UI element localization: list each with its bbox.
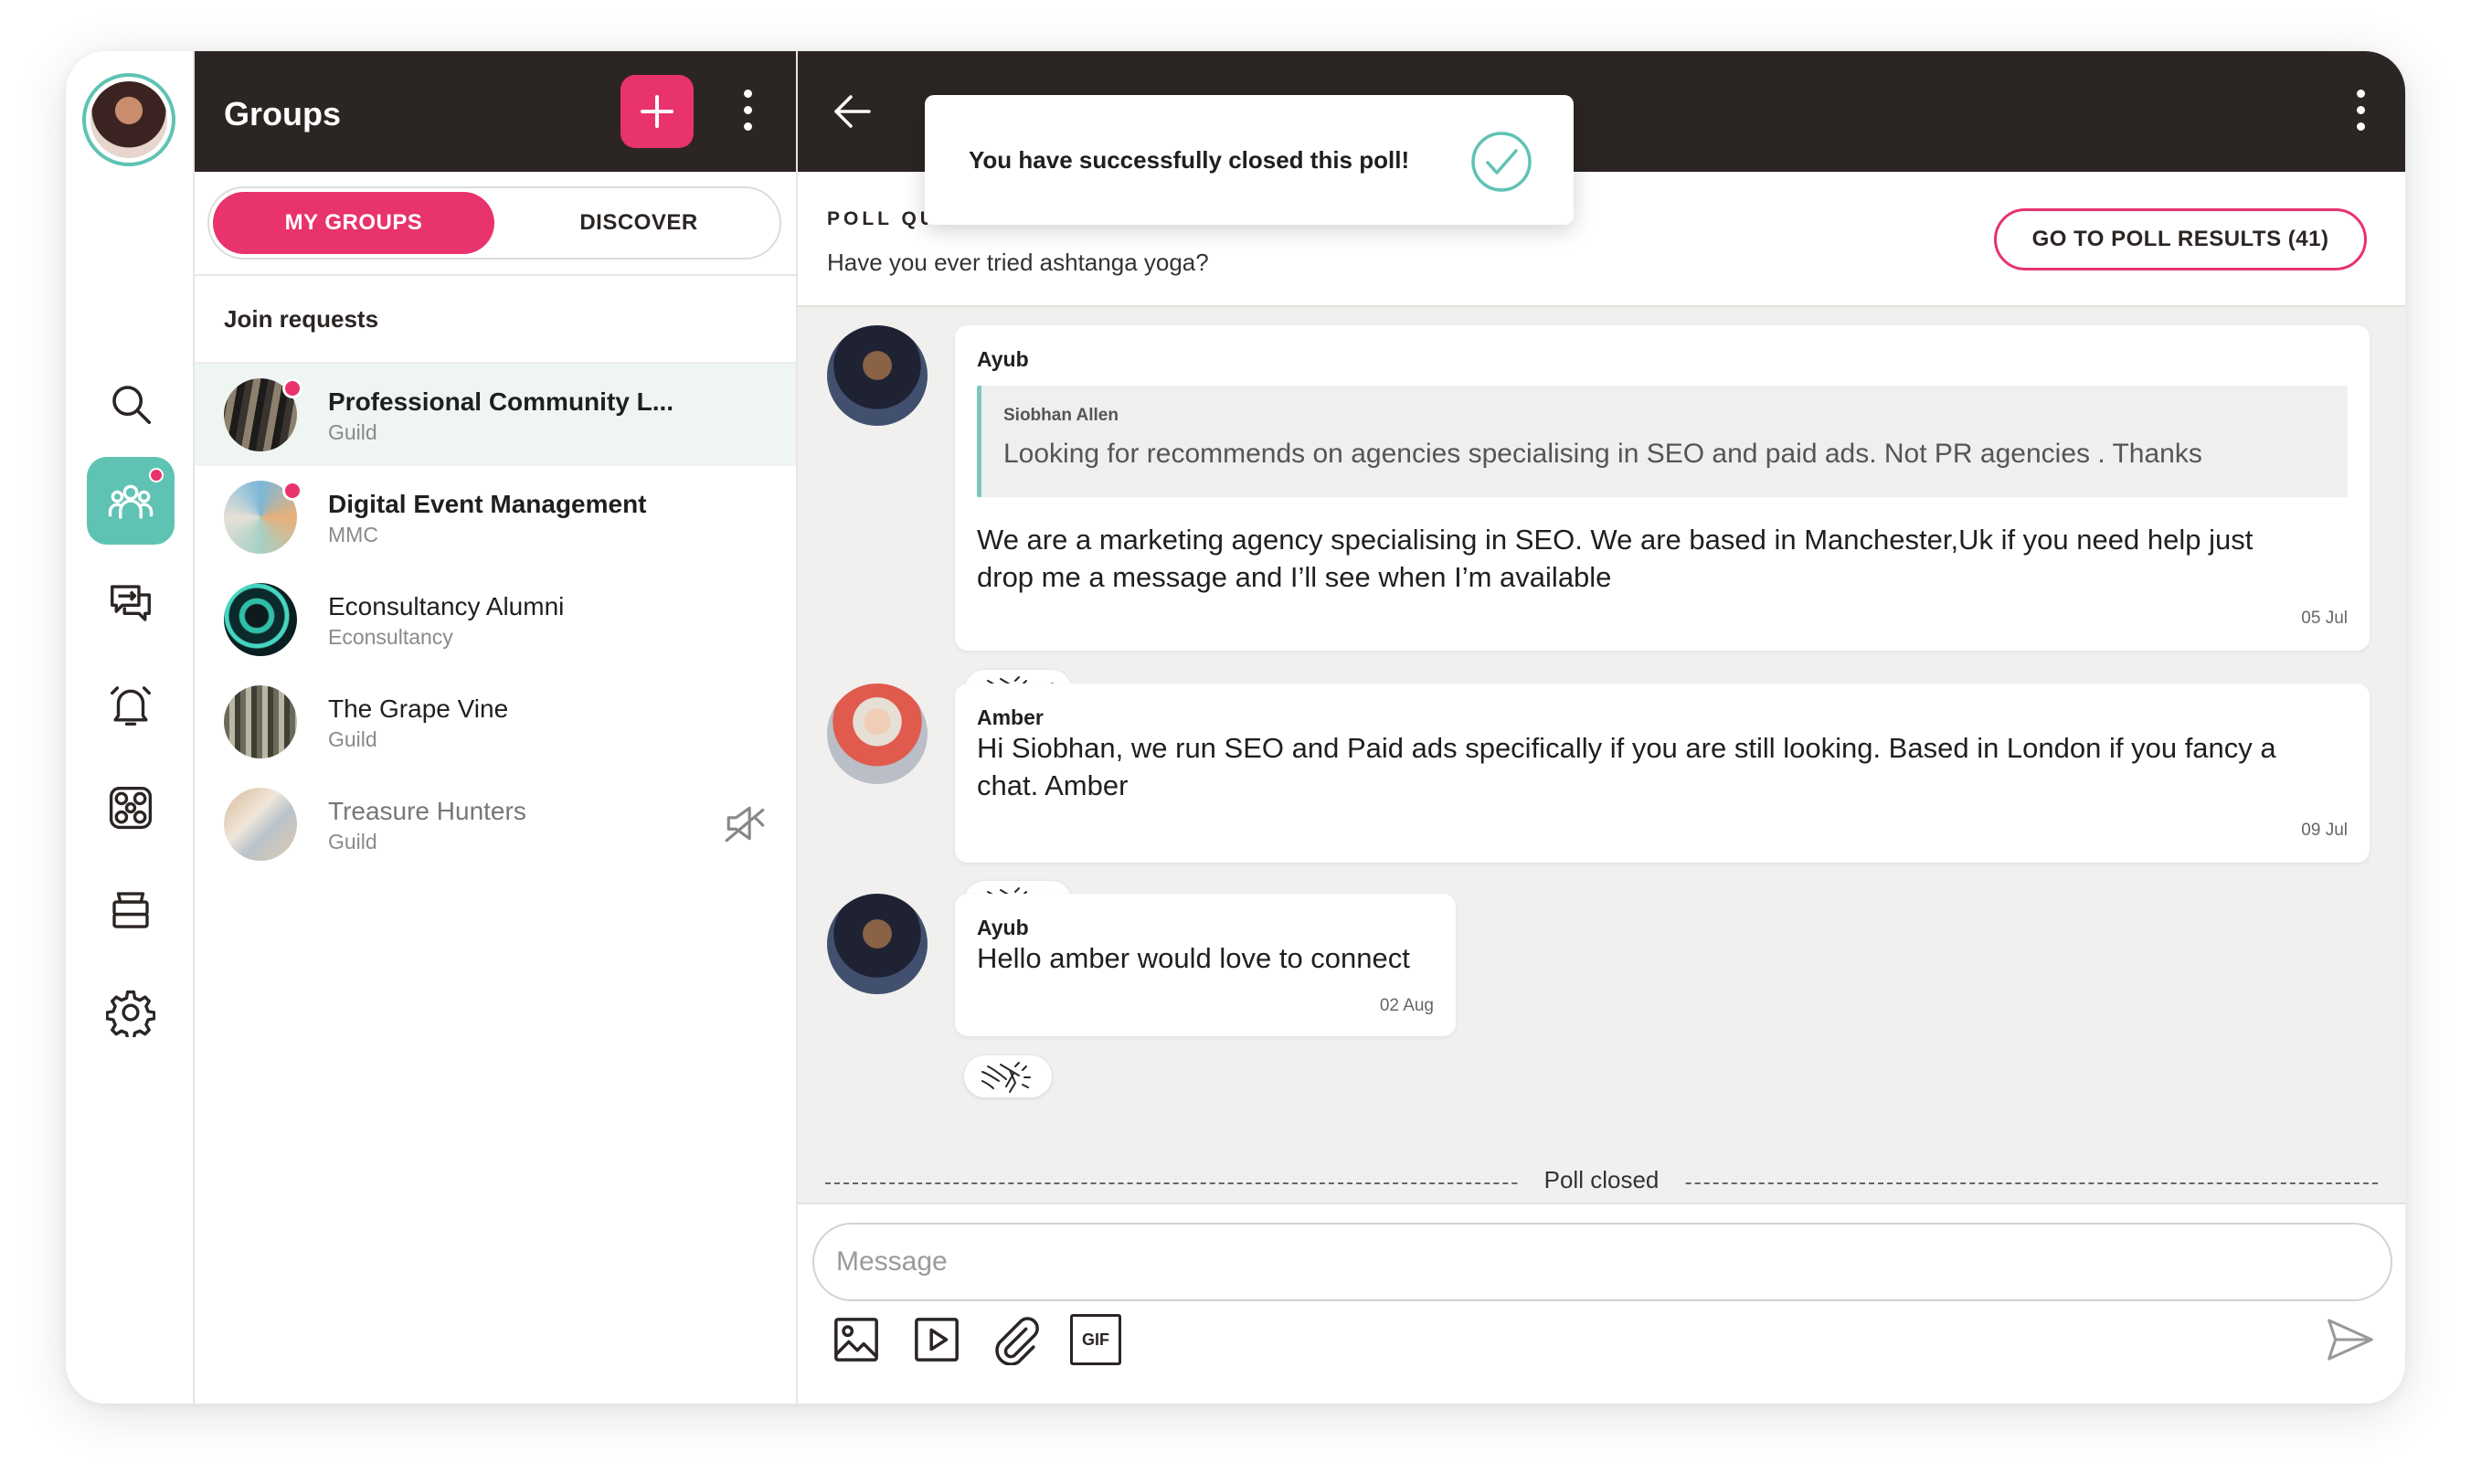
video-icon[interactable] <box>911 1314 962 1365</box>
group-org: Guild <box>328 830 377 853</box>
gif-button[interactable]: GIF <box>1070 1314 1121 1365</box>
group-name: Digital Event Management <box>328 490 647 518</box>
groups-icon <box>108 484 154 519</box>
group-avatar <box>224 685 297 758</box>
message-time: 09 Jul <box>2301 821 2348 840</box>
quote-author: Siobhan Allen <box>1003 406 1119 425</box>
message-text: We are a marketing agency specialising i… <box>977 524 2254 556</box>
messages-nav-button[interactable] <box>87 559 175 647</box>
groups-tabs: MY GROUPS DISCOVER <box>207 186 781 260</box>
attachment-icon[interactable] <box>990 1314 1041 1365</box>
chat-panel: POLL QUESTION Have you ever tried ashtan… <box>798 51 2405 1404</box>
clap-icon <box>981 1062 1031 1093</box>
groups-header: Groups <box>195 51 796 172</box>
stack-icon <box>112 892 149 928</box>
message-time: 05 Jul <box>2301 609 2348 628</box>
group-name: Treasure Hunters <box>328 797 526 825</box>
message-text: Hello amber would love to connect <box>977 942 1410 974</box>
back-arrow-icon[interactable] <box>831 90 875 133</box>
bell-icon <box>111 686 151 726</box>
poll-question: Have you ever tried ashtanga yoga? <box>827 249 1209 276</box>
group-org: MMC <box>328 523 378 546</box>
join-requests-link[interactable]: Join requests <box>224 305 378 334</box>
group-item[interactable]: Professional Community L... Guild <box>195 364 796 466</box>
apps-icon <box>109 786 153 830</box>
chat-menu-icon[interactable] <box>2357 90 2365 131</box>
search-icon <box>112 386 152 425</box>
toast-message: You have successfully closed this poll! <box>969 146 1410 174</box>
groups-title: Groups <box>224 95 342 132</box>
message-author: Ayub <box>977 347 1029 371</box>
message-author: Ayub <box>977 916 1029 939</box>
message-bubble: Ayub Siobhan Allen Looking for recommend… <box>955 325 2370 651</box>
add-group-button[interactable] <box>620 75 694 148</box>
library-nav-button[interactable] <box>87 866 175 954</box>
user-avatar[interactable] <box>82 73 175 166</box>
group-name: Econsultancy Alumni <box>328 592 565 620</box>
group-org: Guild <box>328 727 377 751</box>
group-org: Guild <box>328 420 377 444</box>
gif-label: GIF <box>1082 1330 1109 1349</box>
reaction-chip[interactable] <box>964 1055 1052 1097</box>
group-item[interactable]: Treasure Hunters Guild <box>195 773 796 875</box>
groups-nav-button[interactable] <box>87 457 175 545</box>
group-org: Econsultancy <box>328 625 453 649</box>
quote-text: Looking for recommends on agencies speci… <box>1003 439 2202 469</box>
group-item[interactable]: Econsultancy Alumni Econsultancy <box>195 568 796 671</box>
groups-panel: Groups MY GROUPS DISCOVER Join requests … <box>195 51 798 1404</box>
app-window: Groups MY GROUPS DISCOVER Join requests … <box>66 51 2405 1404</box>
image-icon[interactable] <box>831 1314 882 1365</box>
group-avatar <box>224 788 297 861</box>
settings-nav-button[interactable] <box>87 969 175 1056</box>
message-text: drop me a message and I’ll see when I’m … <box>977 561 1612 593</box>
group-name: Professional Community L... <box>328 387 674 416</box>
success-toast: You have successfully closed this poll! <box>925 95 1574 225</box>
notification-dot <box>149 468 164 482</box>
group-item[interactable]: Digital Event Management MMC <box>195 466 796 568</box>
sender-avatar[interactable] <box>827 684 928 784</box>
send-icon[interactable] <box>2325 1314 2376 1365</box>
apps-nav-button[interactable] <box>87 764 175 852</box>
message-time: 02 Aug <box>1379 996 1434 1015</box>
chat-icon <box>111 585 151 621</box>
quoted-message[interactable]: Siobhan Allen Looking for recommends on … <box>977 386 2348 497</box>
tab-discover[interactable]: DISCOVER <box>498 192 779 254</box>
group-avatar <box>224 583 297 656</box>
poll-results-button[interactable]: GO TO POLL RESULTS (41) <box>1994 208 2367 270</box>
unread-dot <box>282 481 302 501</box>
message-author: Amber <box>977 705 1044 729</box>
message-input[interactable] <box>812 1223 2392 1301</box>
check-circle-icon <box>1471 132 1532 192</box>
nav-rail <box>66 51 195 1404</box>
poll-closed-label: Poll closed <box>1520 1166 1683 1194</box>
sender-avatar[interactable] <box>827 325 928 426</box>
message-bubble: Amber Hi Siobhan, we run SEO and Paid ad… <box>955 684 2370 863</box>
notifications-nav-button[interactable] <box>87 662 175 749</box>
search-nav-button[interactable] <box>87 360 175 448</box>
message-text: Hi Siobhan, we run SEO and Paid ads spec… <box>977 732 2276 764</box>
message-bubble: Ayub Hello amber would love to connect 0… <box>955 894 1456 1036</box>
plus-icon <box>641 95 673 128</box>
group-name: The Grape Vine <box>328 694 509 723</box>
unread-dot <box>282 378 302 398</box>
group-item[interactable]: The Grape Vine Guild <box>195 671 796 773</box>
groups-menu-icon[interactable] <box>744 90 752 131</box>
poll-label: POLL QUESTION <box>827 208 928 229</box>
gear-icon <box>106 990 155 1037</box>
tab-my-groups[interactable]: MY GROUPS <box>213 192 494 254</box>
sender-avatar[interactable] <box>827 894 928 994</box>
message-text: chat. Amber <box>977 769 1129 801</box>
mute-icon[interactable] <box>723 800 769 846</box>
composer: GIF <box>798 1203 2405 1404</box>
